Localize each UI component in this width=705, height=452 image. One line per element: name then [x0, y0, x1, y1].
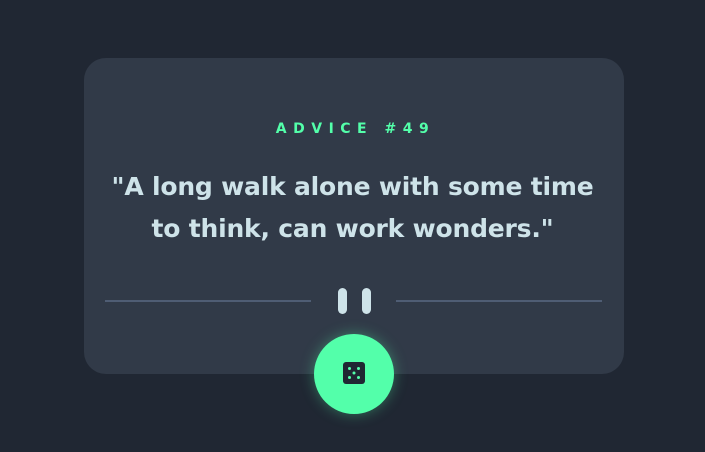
- dice-icon: [343, 362, 365, 384]
- divider-line-right: [396, 300, 602, 302]
- generate-advice-button[interactable]: [314, 334, 394, 414]
- divider-line-left: [105, 300, 311, 302]
- advice-number-label: ADVICE #49: [275, 121, 436, 137]
- pause-icon-bar-left: [338, 288, 347, 314]
- advice-quote-text: "A long walk alone with some time to thi…: [111, 172, 594, 243]
- pause-icon-bar-right: [362, 288, 371, 314]
